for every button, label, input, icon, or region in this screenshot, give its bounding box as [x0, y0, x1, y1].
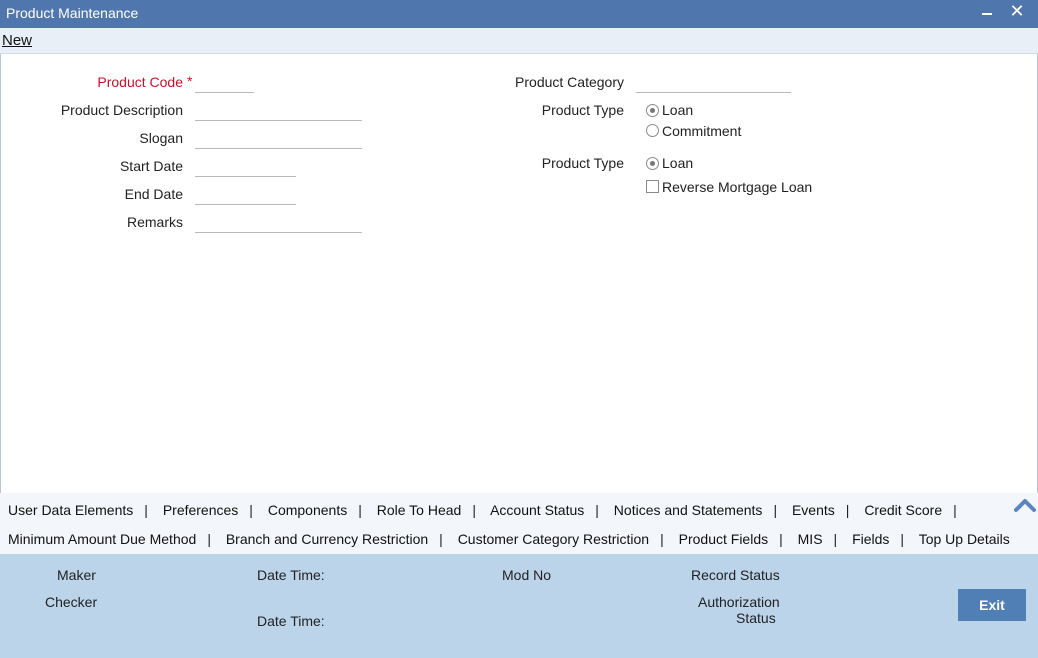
tab-separator: | [900, 531, 905, 547]
required-marker: * [187, 73, 193, 89]
tab-events[interactable]: Events [792, 502, 835, 518]
subsystem-tabs: User Data Elements | Preferences | Compone… [0, 493, 1038, 554]
tab-minimum-amount-due-method[interactable]: Minimum Amount Due Method [8, 531, 196, 547]
tab-separator: | [595, 502, 599, 518]
product-description-label: Product Description [60, 102, 183, 118]
product-code-label: Product Code [97, 74, 183, 90]
product-type-2-loan-radio[interactable] [646, 157, 659, 170]
maker-label: Maker [57, 567, 96, 583]
slogan-input[interactable] [195, 129, 362, 149]
window-title: Product Maintenance [6, 5, 139, 21]
minimize-icon [982, 13, 992, 15]
product-type-loan-label: Loan [662, 102, 694, 118]
slogan-label: Slogan [139, 130, 183, 146]
tabs-row-2: Minimum Amount Due Method | Branch and Cu… [8, 531, 1010, 547]
tab-customer-category-restriction[interactable]: Customer Category Restriction [458, 531, 649, 547]
tab-preferences[interactable]: Preferences [163, 502, 238, 518]
tab-separator: | [773, 502, 778, 518]
tab-role-to-head[interactable]: Role To Head [377, 502, 462, 518]
tab-separator: | [472, 502, 476, 518]
tab-separator: | [953, 502, 957, 518]
tab-fields[interactable]: Fields [852, 531, 889, 547]
tab-account-status[interactable]: Account Status [490, 502, 584, 518]
tab-components[interactable]: Components [268, 502, 347, 518]
toolbar: New [0, 28, 1038, 54]
start-date-label: Start Date [119, 158, 183, 174]
tab-branch-and-currency-restriction[interactable]: Branch and Currency Restriction [226, 531, 428, 547]
tab-separator: | [845, 502, 850, 518]
product-type-label-2: Product Type [541, 155, 624, 171]
product-category-input[interactable] [636, 73, 791, 93]
chevron-up-icon[interactable] [1014, 497, 1036, 513]
tab-user-data-elements[interactable]: User Data Elements [8, 502, 133, 518]
product-type-label: Product Type [541, 102, 624, 118]
authorization-status-label: Status [736, 610, 776, 626]
record-status-label: Record Status [691, 567, 780, 583]
product-type-commitment-radio[interactable] [646, 124, 659, 137]
tab-separator: | [439, 531, 443, 547]
tab-separator: | [833, 531, 838, 547]
product-category-label: Product Category [515, 74, 624, 90]
tabs-row-1: User Data Elements | Preferences | Compone… [8, 502, 968, 518]
product-type-commitment-label: Commitment [662, 123, 742, 139]
tab-separator: | [660, 531, 664, 547]
reverse-mortgage-label: Reverse Mortgage Loan [662, 179, 813, 195]
authorization-label: Authorization [698, 594, 780, 610]
product-type-loan-radio[interactable] [646, 104, 659, 117]
tab-separator: | [207, 531, 211, 547]
close-button[interactable]: ✕ [1006, 0, 1028, 26]
remarks-input[interactable] [195, 213, 362, 233]
start-date-input[interactable] [195, 157, 296, 177]
exit-button[interactable]: Exit [958, 589, 1026, 621]
tab-product-fields[interactable]: Product Fields [679, 531, 768, 547]
mod-no-label: Mod No [502, 567, 552, 583]
tab-separator: | [144, 502, 148, 518]
end-date-label: End Date [124, 186, 183, 202]
tab-notices-and-statements[interactable]: Notices and Statements [614, 502, 763, 518]
tab-separator: | [358, 502, 362, 518]
product-type-2-loan-label: Loan [662, 155, 694, 171]
title-bar: Product Maintenance ✕ [0, 0, 1038, 28]
tab-credit-score[interactable]: Credit Score [864, 502, 942, 518]
tab-top-up-details[interactable]: Top Up Details [919, 531, 1010, 547]
product-description-input[interactable] [195, 101, 362, 121]
minimize-button[interactable] [976, 0, 998, 26]
product-code-input[interactable] [195, 73, 254, 93]
end-date-input[interactable] [195, 185, 296, 205]
tab-separator: | [249, 502, 253, 518]
tab-mis[interactable]: MIS [798, 531, 823, 547]
checker-date-time-label: Date Time: [257, 613, 325, 629]
remarks-label: Remarks [126, 214, 183, 230]
new-link[interactable]: New [2, 32, 32, 49]
tab-separator: | [779, 531, 783, 547]
maker-date-time-label: Date Time: [257, 567, 325, 583]
close-icon: ✕ [1009, 1, 1025, 21]
reverse-mortgage-checkbox[interactable] [646, 180, 659, 193]
checker-label: Checker [45, 594, 98, 610]
